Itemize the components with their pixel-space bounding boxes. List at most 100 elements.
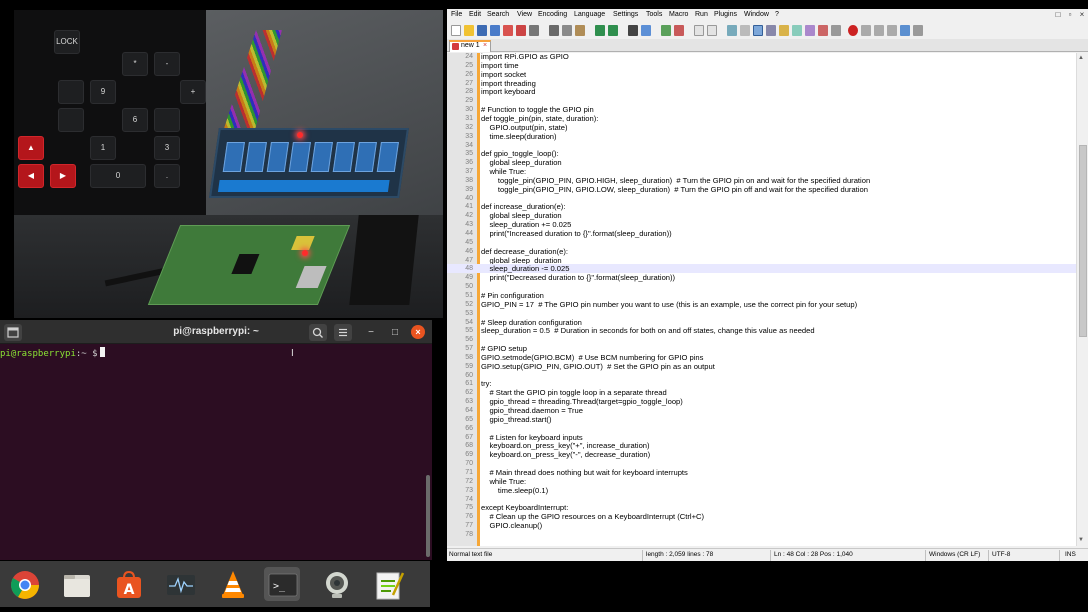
show-all-chars-icon[interactable] <box>740 25 750 36</box>
webcam-icon[interactable] <box>318 567 354 601</box>
code-text[interactable]: def toggle_pin(pin, state, duration): <box>481 114 598 123</box>
terminal-titlebar[interactable]: pi@raspberrypi: ~ − □ × <box>0 320 432 344</box>
code-text[interactable]: except KeyboardInterrupt: <box>481 503 568 512</box>
minimize-button[interactable]: − <box>362 324 380 341</box>
save-all-icon[interactable] <box>490 25 500 36</box>
zoom-in-icon[interactable] <box>661 25 671 36</box>
code-text[interactable]: import threading <box>481 79 536 88</box>
code-line[interactable]: 69 keyboard.on_press_key("-", decrease_d… <box>447 450 1076 459</box>
vertical-scrollbar[interactable]: ▲ ▼ <box>1076 53 1088 546</box>
hamburger-menu-icon[interactable] <box>334 324 352 341</box>
code-line[interactable]: 53 <box>447 309 1076 318</box>
code-text[interactable]: def gpio_toggle_loop(): <box>481 149 559 158</box>
close-file-icon[interactable] <box>503 25 513 36</box>
code-line[interactable]: 61 try: <box>447 379 1076 388</box>
menu-plugins[interactable]: Plugins <box>714 11 737 18</box>
terminal-scrollbar[interactable] <box>426 475 430 557</box>
code-text[interactable]: # Clean up the GPIO resources on a Keybo… <box>481 512 704 521</box>
indent-guide-icon[interactable] <box>753 25 763 36</box>
code-line[interactable]: 49 print("Decreased duration to {}".form… <box>447 273 1076 282</box>
code-line[interactable]: 56 <box>447 335 1076 344</box>
menu-edit[interactable]: Edit <box>469 11 481 18</box>
copy-icon[interactable] <box>562 25 572 36</box>
scroll-down-icon[interactable]: ▼ <box>1078 537 1084 543</box>
code-editor[interactable]: 24 import RPi.GPIO as GPIO 25 import time 26… <box>447 53 1088 546</box>
doc-map-icon[interactable] <box>779 25 789 36</box>
code-text[interactable]: GPIO_PIN = 17 # The GPIO pin number you … <box>481 300 857 309</box>
code-line[interactable]: 66 <box>447 424 1076 433</box>
code-line[interactable]: 28 import keyboard <box>447 87 1076 96</box>
save-macro-icon[interactable] <box>900 25 910 36</box>
code-text[interactable]: def decrease_duration(e): <box>481 247 568 256</box>
code-line[interactable]: 74 <box>447 495 1076 504</box>
menu-file[interactable]: File <box>451 11 462 18</box>
terminal-prompt-line[interactable]: pi@raspberrypi:~ $ <box>0 347 105 359</box>
code-text[interactable]: gpio_thread = threading.Thread(target=gp… <box>481 397 682 406</box>
code-line[interactable]: 50 <box>447 282 1076 291</box>
paste-icon[interactable] <box>575 25 585 36</box>
code-text[interactable]: GPIO.setmode(GPIO.BCM) # Use BCM numberi… <box>481 353 703 362</box>
code-text[interactable]: # Function to toggle the GPIO pin <box>481 105 594 114</box>
run-macro-multiple-icon[interactable] <box>887 25 897 36</box>
vlc-icon[interactable] <box>214 567 250 601</box>
code-text[interactable]: while True: <box>481 477 526 486</box>
code-text[interactable]: import time <box>481 61 519 70</box>
code-line[interactable]: 65 gpio_thread.start() <box>447 415 1076 424</box>
code-text[interactable]: global sleep_duration <box>481 211 561 220</box>
code-text[interactable]: sleep_duration -= 0.025 <box>481 264 569 273</box>
maximize-button[interactable]: □ <box>386 324 404 341</box>
code-line[interactable]: 63 gpio_thread = threading.Thread(target… <box>447 397 1076 406</box>
close-all-icon[interactable] <box>516 25 526 36</box>
code-text[interactable]: global sleep_duration <box>481 158 561 167</box>
code-line[interactable]: 58 GPIO.setmode(GPIO.BCM) # Use BCM numbe… <box>447 353 1076 362</box>
code-text[interactable]: sleep_duration += 0.025 <box>481 220 571 229</box>
close-button[interactable]: × <box>411 325 425 339</box>
open-file-icon[interactable] <box>464 25 474 36</box>
save-icon[interactable] <box>477 25 487 36</box>
code-line[interactable]: 64 gpio_thread.daemon = True <box>447 406 1076 415</box>
system-monitor-icon[interactable] <box>162 567 198 601</box>
folder-workspace-icon[interactable] <box>805 25 815 36</box>
code-line[interactable]: 46 def decrease_duration(e): <box>447 247 1076 256</box>
code-text[interactable]: print("Increased duration to {}".format(… <box>481 229 671 238</box>
code-line[interactable]: 36 global sleep_duration <box>447 158 1076 167</box>
menu-tools[interactable]: Tools <box>646 11 662 18</box>
zoom-out-icon[interactable] <box>674 25 684 36</box>
code-text[interactable]: gpio_thread.start() <box>481 415 551 424</box>
menu-search[interactable]: Search <box>487 11 509 18</box>
files-icon[interactable] <box>58 567 94 601</box>
code-line[interactable]: 76 # Clean up the GPIO resources on a Ke… <box>447 512 1076 521</box>
code-text[interactable]: # Sleep duration configuration <box>481 318 582 327</box>
code-text[interactable]: print("Decreased duration to {}".format(… <box>481 273 675 282</box>
code-line[interactable]: 26 import socket <box>447 70 1076 79</box>
code-line[interactable]: 55 sleep_duration = 0.5 # Duration in sec… <box>447 326 1076 335</box>
udl-icon[interactable] <box>766 25 776 36</box>
code-line[interactable]: 67 # Listen for keyboard inputs <box>447 433 1076 442</box>
code-line[interactable]: 47 global sleep_duration <box>447 256 1076 265</box>
code-line[interactable]: 32 GPIO.output(pin, state) <box>447 123 1076 132</box>
doc-minimize-button[interactable]: ▫ <box>1065 10 1075 21</box>
code-text[interactable]: import keyboard <box>481 87 535 96</box>
code-line[interactable]: 35 def gpio_toggle_loop(): <box>447 149 1076 158</box>
code-line[interactable]: 39 toggle_pin(GPIO_PIN, GPIO.LOW, sleep_… <box>447 185 1076 194</box>
stop-recording-icon[interactable] <box>861 25 871 36</box>
code-line[interactable]: 71 # Main thread does nothing but wait f… <box>447 468 1076 477</box>
code-line[interactable]: 52 GPIO_PIN = 17 # The GPIO pin number yo… <box>447 300 1076 309</box>
code-line[interactable]: 68 keyboard.on_press_key("+", increase_d… <box>447 441 1076 450</box>
code-line[interactable]: 62 # Start the GPIO pin toggle loop in a… <box>447 388 1076 397</box>
code-text[interactable]: try: <box>481 379 492 388</box>
terminal-icon[interactable]: >_ <box>264 567 300 601</box>
menu-window[interactable]: Window <box>744 11 769 18</box>
code-line[interactable]: 41 def increase_duration(e): <box>447 202 1076 211</box>
code-line[interactable]: 34 <box>447 141 1076 150</box>
code-line[interactable]: 42 global sleep_duration <box>447 211 1076 220</box>
code-text[interactable]: GPIO.setup(GPIO_PIN, GPIO.OUT) # Set the… <box>481 362 715 371</box>
code-text[interactable]: sleep_duration = 0.5 # Duration in secon… <box>481 326 815 335</box>
word-wrap-icon[interactable] <box>727 25 737 36</box>
code-text[interactable]: toggle_pin(GPIO_PIN, GPIO.LOW, sleep_dur… <box>481 185 868 194</box>
print-icon[interactable] <box>529 25 539 36</box>
code-text[interactable]: # Pin configuration <box>481 291 544 300</box>
code-text[interactable]: GPIO.output(pin, state) <box>481 123 567 132</box>
code-text[interactable]: # GPIO setup <box>481 344 527 353</box>
code-text[interactable]: # Listen for keyboard inputs <box>481 433 582 442</box>
